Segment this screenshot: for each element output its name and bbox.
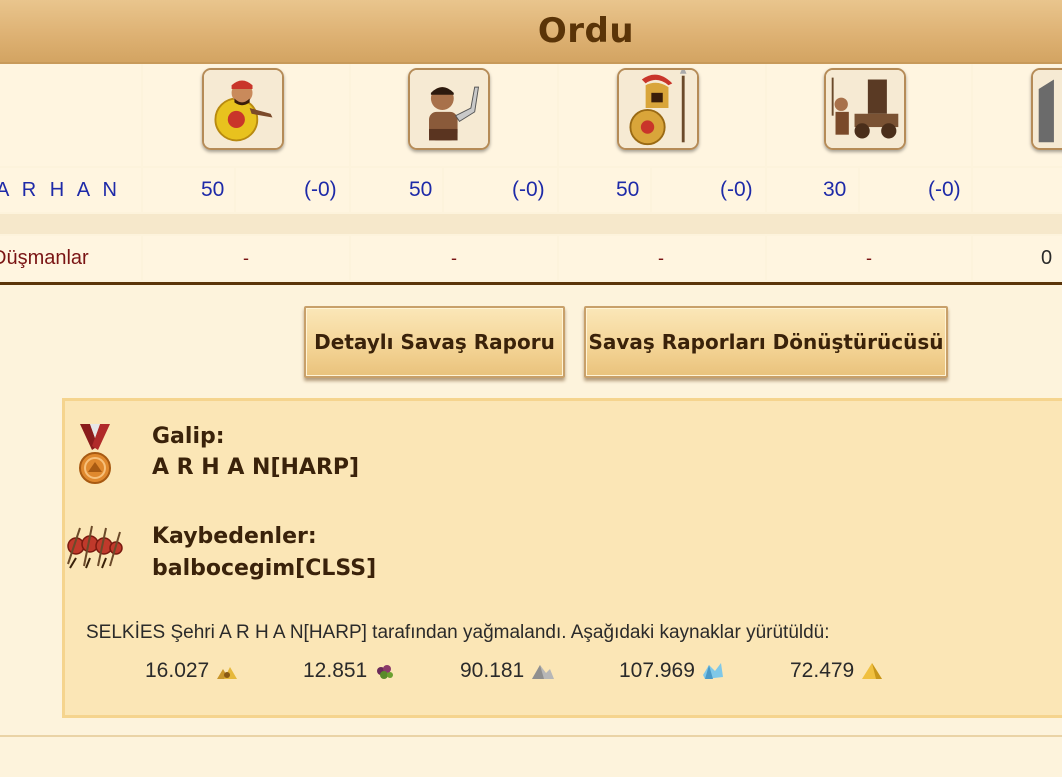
loss-cell: (-0) <box>444 168 557 212</box>
enemy-count: 0 <box>1041 247 1053 269</box>
gold-resource-icon <box>217 667 238 679</box>
loss-cell: (-0) <box>860 168 971 212</box>
losers-name[interactable]: balbocegim[CLSS] <box>152 556 376 581</box>
unit-loss: (-0) <box>928 178 961 201</box>
unit-cell <box>143 64 349 166</box>
unit-count: 30 <box>823 178 847 201</box>
enemy-cell: - <box>143 236 349 280</box>
unit-loss: (-0) <box>304 178 337 201</box>
crystal-resource-icon <box>702 663 723 679</box>
label-cell-empty <box>0 64 141 166</box>
unit-count: 50 <box>616 178 640 201</box>
loss-cell: (-0) <box>652 168 765 212</box>
resource-value: 90.181 <box>460 659 525 682</box>
slinger-unit-icon[interactable] <box>408 68 490 150</box>
unit-cell <box>351 64 557 166</box>
enemy-cell: - <box>767 236 971 280</box>
count-cell: 50 <box>559 168 650 212</box>
unit-count: 50 <box>201 178 225 201</box>
count-cell: 50 <box>351 168 442 212</box>
winner-name[interactable]: A R H A N[HARP] <box>152 455 359 480</box>
resource-value: 107.969 <box>619 659 695 682</box>
enemy-count: - <box>451 248 457 268</box>
resource-marble: 90.181 <box>460 656 555 686</box>
enemy-count: - <box>866 248 872 268</box>
unit-cell <box>559 64 765 166</box>
unit-icon-row <box>0 64 1062 166</box>
count-cell: 50 <box>143 168 234 212</box>
unit-loss: (-0) <box>512 178 545 201</box>
row-spacer <box>0 214 1062 234</box>
winner-medal-icon <box>79 424 111 484</box>
resource-wine: 12.851 <box>303 656 397 686</box>
attacker-label-cell: A R H A N <box>0 168 141 212</box>
plunder-summary: SELKİES Şehri A R H A N[HARP] tarafından… <box>86 622 830 643</box>
sulfur-resource-icon <box>862 663 883 679</box>
table-divider <box>0 282 1062 285</box>
resource-gold: 16.027 <box>145 656 239 686</box>
hoplite-unit-icon[interactable] <box>617 68 699 150</box>
detailed-battle-report-button[interactable]: Detaylı Savaş Raporu <box>304 306 565 378</box>
attacker-name[interactable]: A R H A N <box>0 168 121 212</box>
bottom-divider <box>0 735 1062 737</box>
count-cell-empty <box>973 168 1062 212</box>
resource-crystal: 107.969 <box>619 656 725 686</box>
enemy-cell: - <box>351 236 557 280</box>
marble-resource-icon <box>532 665 555 679</box>
unit-count: 50 <box>409 178 433 201</box>
enemy-count: - <box>243 248 249 268</box>
wine-resource-icon <box>377 665 394 679</box>
spearman-unit-icon[interactable] <box>202 68 284 150</box>
attacker-row: A R H A N 50 (-0) 50 (-0) 50 (-0) 30 (-0… <box>0 168 1062 212</box>
loss-cell: (-0) <box>236 168 349 212</box>
enemies-label: Düşmanlar <box>0 247 89 269</box>
unit-cell <box>973 64 1062 166</box>
enemies-row: Düşmanlar - - - - 0 <box>0 236 1062 280</box>
resource-value: 12.851 <box>303 659 368 682</box>
losers-soldiers-icon <box>67 525 123 569</box>
enemy-cell: 0 <box>973 236 1062 280</box>
page-title: Ordu <box>537 11 635 51</box>
unit-loss: (-0) <box>720 178 753 201</box>
unit-cell <box>767 64 971 166</box>
enemy-count: - <box>658 248 664 268</box>
enemy-cell: - <box>559 236 765 280</box>
count-cell: 30 <box>767 168 858 212</box>
resource-value: 72.479 <box>790 659 855 682</box>
battle-report-converter-button[interactable]: Savaş Raporları Dönüştürücüsü <box>584 306 948 378</box>
partial-unit-icon[interactable] <box>1031 68 1062 150</box>
losers-title: Kaybedenler: <box>152 524 317 549</box>
enemies-label-cell: Düşmanlar <box>0 236 141 280</box>
winner-title: Galip: <box>152 424 225 449</box>
resource-sulfur: 72.479 <box>790 656 884 686</box>
catapult-unit-icon[interactable] <box>824 68 906 150</box>
page-header: Ordu <box>0 0 1062 64</box>
resource-value: 16.027 <box>145 659 210 682</box>
